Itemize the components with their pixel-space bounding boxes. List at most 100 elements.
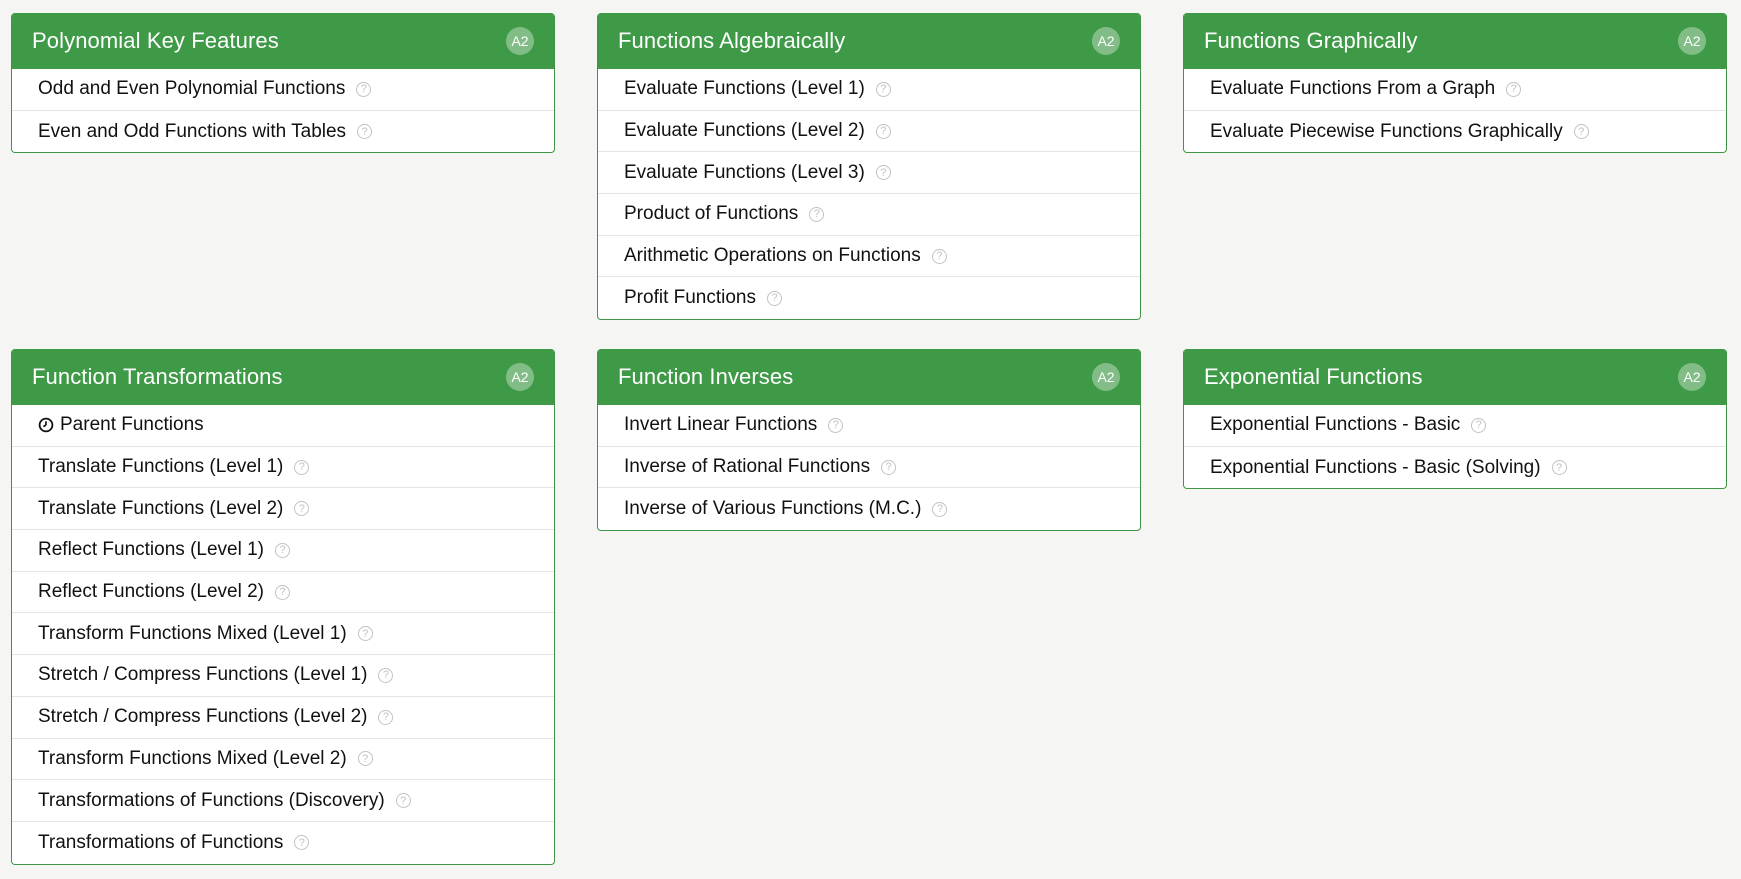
level-badge: A2 [1092, 363, 1120, 391]
item-label: Stretch / Compress Functions (Level 2) [38, 706, 368, 728]
help-icon[interactable]: ? [932, 501, 948, 517]
card-functions-algebraically: Functions Algebraically A2 Evaluate Func… [597, 13, 1141, 321]
help-icon[interactable]: ? [881, 459, 897, 475]
help-icon[interactable]: ? [357, 124, 373, 140]
item-label: Evaluate Piecewise Functions Graphically [1210, 120, 1563, 142]
item-label: Even and Odd Functions with Tables [38, 120, 347, 142]
level-badge: A2 [506, 27, 534, 55]
help-icon[interactable]: ? [875, 165, 891, 181]
card-title: Polynomial Key Features [32, 28, 279, 53]
card-functions-graphically: Functions Graphically A2 Evaluate Functi… [1183, 13, 1727, 154]
list-item-evaluate-piecewise[interactable]: Evaluate Piecewise Functions Graphically… [1184, 111, 1726, 153]
item-label: Profit Functions [624, 287, 756, 309]
level-badge: A2 [506, 363, 534, 391]
list-item-parent-functions[interactable]: Parent Functions [12, 405, 554, 447]
item-label: Parent Functions [60, 414, 204, 436]
item-label: Evaluate Functions (Level 3) [624, 161, 865, 183]
list-item-transform-mixed-level-2[interactable]: Transform Functions Mixed (Level 2)? [12, 739, 554, 781]
help-icon[interactable]: ? [356, 81, 372, 97]
list-item-evaluate-functions-level-2[interactable]: Evaluate Functions (Level 2)? [598, 111, 1140, 153]
card-header: Function Transformations A2 [12, 349, 554, 405]
list-item-inverse-various[interactable]: Inverse of Various Functions (M.C.)? [598, 488, 1140, 530]
item-label: Translate Functions (Level 1) [38, 456, 284, 478]
card-title: Exponential Functions [1204, 364, 1423, 389]
list-item-odd-even-polynomial[interactable]: Odd and Even Polynomial Functions? [12, 69, 554, 111]
card-title: Function Inverses [618, 364, 794, 389]
help-icon[interactable]: ? [875, 123, 891, 139]
help-icon[interactable]: ? [767, 290, 782, 306]
help-icon[interactable]: ? [357, 751, 373, 767]
item-label: Exponential Functions - Basic (Solving) [1210, 456, 1541, 478]
item-label: Odd and Even Polynomial Functions [38, 78, 346, 100]
list-item-arithmetic-operations[interactable]: Arithmetic Operations on Functions? [598, 236, 1140, 278]
item-label: Reflect Functions (Level 2) [38, 581, 264, 603]
card-title: Function Transformations [32, 364, 283, 389]
list-item-inverse-rational[interactable]: Inverse of Rational Functions? [598, 447, 1140, 489]
card-function-transformations: Function Transformations A2 Parent Funct… [11, 349, 555, 865]
help-icon[interactable]: ? [809, 206, 825, 222]
item-label: Inverse of Rational Functions [624, 456, 871, 478]
level-badge: A2 [1678, 363, 1706, 391]
list-item-translate-level-2[interactable]: Translate Functions (Level 2)? [12, 488, 554, 531]
card-header: Functions Graphically A2 [1184, 13, 1726, 69]
item-label: Inverse of Various Functions (M.C.) [624, 498, 922, 520]
card-title: Functions Algebraically [618, 28, 846, 53]
help-icon[interactable]: ? [875, 81, 891, 97]
list-item-evaluate-functions-level-1[interactable]: Evaluate Functions (Level 1)? [598, 69, 1140, 111]
card-polynomial-key-features: Polynomial Key Features A2 Odd and Even … [11, 13, 555, 154]
list-item-invert-linear[interactable]: Invert Linear Functions? [598, 405, 1140, 447]
item-label: Transformations of Functions [38, 831, 284, 853]
help-icon[interactable]: ? [395, 793, 411, 809]
card-title: Functions Graphically [1204, 28, 1418, 53]
card-function-inverses: Function Inverses A2 Invert Linear Funct… [597, 349, 1141, 532]
level-badge: A2 [1092, 27, 1120, 55]
list-item-transformations-discovery[interactable]: Transformations of Functions (Discovery)… [12, 780, 554, 822]
help-icon[interactable]: ? [1506, 81, 1522, 97]
item-label: Transformations of Functions (Discovery) [38, 789, 385, 811]
help-icon[interactable]: ? [931, 248, 947, 264]
card-header: Polynomial Key Features A2 [12, 13, 554, 69]
item-label: Reflect Functions (Level 1) [38, 539, 264, 561]
list-item-translate-level-1[interactable]: Translate Functions (Level 1)? [12, 447, 554, 489]
list-item-profit-functions[interactable]: Profit Functions? [598, 277, 1140, 319]
item-label: Arithmetic Operations on Functions [624, 245, 921, 267]
list-item-stretch-compress-level-2[interactable]: Stretch / Compress Functions (Level 2)? [12, 697, 554, 739]
level-badge: A2 [1678, 27, 1706, 55]
item-label: Evaluate Functions (Level 1) [624, 78, 865, 100]
help-icon[interactable]: ? [378, 667, 394, 683]
item-label: Invert Linear Functions [624, 414, 818, 436]
item-label: Product of Functions [624, 203, 799, 225]
item-label: Evaluate Functions From a Graph [1210, 78, 1496, 100]
list-item-transformations-of-functions[interactable]: Transformations of Functions? [12, 822, 554, 864]
help-icon[interactable]: ? [275, 584, 290, 600]
help-icon[interactable]: ? [1471, 417, 1487, 433]
list-item-even-odd-tables[interactable]: Even and Odd Functions with Tables? [12, 111, 554, 153]
help-icon[interactable]: ? [1573, 124, 1589, 140]
help-icon[interactable]: ? [357, 626, 373, 642]
help-icon[interactable]: ? [294, 835, 310, 851]
item-label: Translate Functions (Level 2) [38, 497, 284, 519]
help-icon[interactable]: ? [378, 709, 394, 725]
list-item-transform-mixed-level-1[interactable]: Transform Functions Mixed (Level 1)? [12, 613, 554, 656]
list-item-exponential-basic-solving[interactable]: Exponential Functions - Basic (Solving)? [1184, 447, 1726, 489]
item-label: Exponential Functions - Basic [1210, 414, 1461, 436]
card-exponential-functions: Exponential Functions A2 Exponential Fun… [1183, 349, 1727, 490]
list-item-stretch-compress-level-1[interactable]: Stretch / Compress Functions (Level 1)? [12, 655, 554, 697]
card-header: Functions Algebraically A2 [598, 13, 1140, 69]
list-item-evaluate-functions-level-3[interactable]: Evaluate Functions (Level 3)? [598, 152, 1140, 195]
help-icon[interactable]: ? [275, 542, 290, 558]
item-label: Evaluate Functions (Level 2) [624, 120, 865, 142]
item-label: Transform Functions Mixed (Level 1) [38, 622, 347, 644]
help-icon[interactable]: ? [294, 459, 310, 475]
list-item-reflect-level-2[interactable]: Reflect Functions (Level 2)? [12, 572, 554, 614]
help-icon[interactable]: ? [294, 501, 310, 517]
list-item-evaluate-from-graph[interactable]: Evaluate Functions From a Graph? [1184, 69, 1726, 111]
card-header: Function Inverses A2 [598, 349, 1140, 405]
list-item-exponential-basic[interactable]: Exponential Functions - Basic? [1184, 405, 1726, 447]
list-item-reflect-level-1[interactable]: Reflect Functions (Level 1)? [12, 530, 554, 572]
help-icon[interactable]: ? [1551, 460, 1567, 476]
help-icon[interactable]: ? [828, 417, 844, 433]
list-item-product-of-functions[interactable]: Product of Functions? [598, 194, 1140, 236]
clock-icon [38, 418, 54, 433]
item-label: Stretch / Compress Functions (Level 1) [38, 664, 368, 686]
